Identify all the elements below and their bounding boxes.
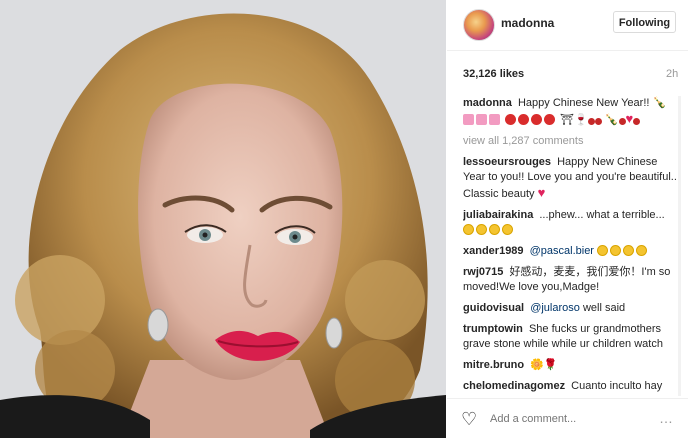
comment-username[interactable]: rwj0715 bbox=[463, 266, 503, 278]
comment-item: guidovisual @jularoso well said bbox=[463, 301, 677, 316]
comment-item: lessoeursrouges Happy New Chinese Year t… bbox=[463, 155, 677, 202]
caption-text: Happy Chinese New Year!! bbox=[517, 97, 650, 109]
comment-text: ...phew... what a terrible... bbox=[539, 209, 665, 221]
comment-item: chelomedinagomez Cuanto inculto hay por … bbox=[463, 379, 677, 396]
comment-username[interactable]: xander1989 bbox=[463, 245, 524, 257]
comment-username[interactable]: mitre.bruno bbox=[463, 359, 524, 371]
post-detail-panel: madonna Following 32,126 likes 2h madonn… bbox=[447, 0, 688, 438]
smile-emoji-icon bbox=[597, 245, 649, 257]
comment-username[interactable]: guidovisual bbox=[463, 302, 524, 314]
add-comment-input[interactable] bbox=[490, 413, 630, 425]
portrait-image bbox=[0, 0, 446, 438]
comment-mention-link[interactable]: @pascal.bier bbox=[530, 245, 594, 257]
like-heart-icon[interactable]: ♡ bbox=[461, 409, 477, 430]
sad-emoji-icon bbox=[463, 224, 515, 236]
following-button[interactable]: Following bbox=[613, 11, 676, 33]
comment-item: xander1989 @pascal.bier bbox=[463, 244, 677, 259]
post-time[interactable]: 2h bbox=[666, 68, 678, 80]
likes-count[interactable]: 32,126 likes bbox=[463, 68, 524, 80]
comment-text: well said bbox=[582, 302, 626, 314]
flower-emoji-icon: 🌼🌹 bbox=[530, 359, 558, 371]
comment-username[interactable]: chelomedinagomez bbox=[463, 380, 565, 392]
comment-item: trumptowin She fucks ur grandmothers gra… bbox=[463, 322, 677, 352]
username-link[interactable]: madonna bbox=[501, 16, 554, 30]
caption-username[interactable]: madonna bbox=[463, 97, 512, 109]
comment-item: rwj0715 好感动，麦麦，我们爱你！I'm so moved!We love… bbox=[463, 265, 677, 295]
comments-scrollbar[interactable] bbox=[678, 96, 681, 396]
avatar[interactable] bbox=[463, 9, 495, 41]
post-photo[interactable] bbox=[0, 0, 446, 438]
comment-username[interactable]: juliabairakina bbox=[463, 209, 533, 221]
more-options-icon[interactable]: … bbox=[659, 410, 674, 426]
view-all-comments-link[interactable]: view all 1,287 comments bbox=[463, 134, 677, 149]
comment-item: mitre.bruno 🌼🌹 bbox=[463, 358, 677, 373]
comment-username[interactable]: lessoeursrouges bbox=[463, 156, 551, 168]
comment-item: juliabairakina ...phew... what a terribl… bbox=[463, 208, 677, 238]
heart-emoji-icon: ♥ bbox=[537, 185, 546, 200]
comment-username[interactable]: trumptowin bbox=[463, 323, 523, 335]
caption: madonna Happy Chinese New Year!! 🍾 ⛩🍷 🍾 ♥ bbox=[463, 96, 677, 128]
comments-list: madonna Happy Chinese New Year!! 🍾 ⛩🍷 🍾 ♥… bbox=[463, 96, 677, 396]
post-header: madonna Following bbox=[447, 0, 688, 51]
comment-mention-link[interactable]: @jularoso bbox=[530, 302, 580, 314]
comment-bar: ♡ … bbox=[447, 398, 688, 439]
